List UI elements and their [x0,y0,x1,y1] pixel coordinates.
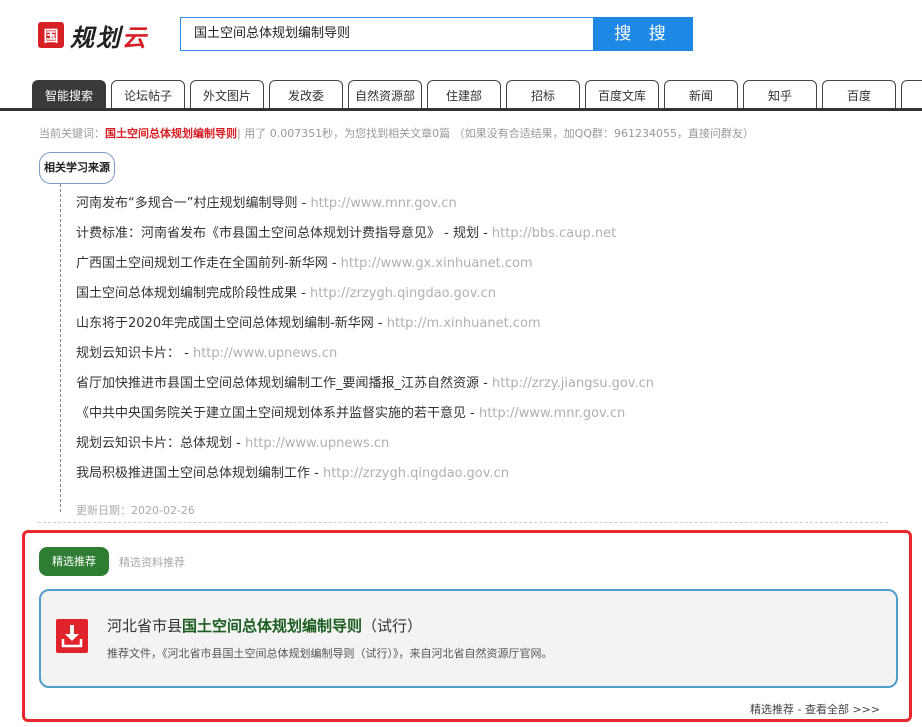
site-logo[interactable]: 国 规划云 [38,18,148,52]
tab-overflow[interactable] [901,80,922,109]
source-title[interactable]: 《中共中央国务院关于建立国土空间规划体系并监督实施的若干意见 - [76,406,479,421]
search-status: 当前关键词：国土空间总体规划编制导则| 用了 0.007351秒，为您找到相关文… [39,125,754,141]
source-item[interactable]: 国土空间总体规划编制完成阶段性成果 - http://zrzygh.qingda… [76,283,654,313]
source-title[interactable]: 河南发布“多规合一”村庄规划编制导则 - [76,196,310,211]
tab-featured[interactable]: 精选推荐 [39,547,109,576]
recommend-title[interactable]: 河北省市县国土空间总体规划编制导则（试行） [107,615,422,636]
related-sources-list: 河南发布“多规合一”村庄规划编制导则 - http://www.mnr.gov.… [76,193,654,493]
logo-text-accent: 云 [122,22,148,52]
source-title[interactable]: 省厅加快推进市县国土空间总体规划编制工作_要闻播报_江苏自然资源 - [76,376,492,391]
status-suffix: | 用了 0.007351秒，为您找到相关文章0篇 （如果没有合适结果，加QQ群… [237,127,754,140]
source-title[interactable]: 规划云知识卡片： - [76,346,193,361]
tab-rule [0,108,922,111]
logo-mark: 国 [38,22,64,48]
source-title[interactable]: 规划云知识卡片：总体规划 - [76,436,245,451]
source-url[interactable]: http://www.upnews.cn [245,436,389,451]
source-item[interactable]: 省厅加快推进市县国土空间总体规划编制工作_要闻播报_江苏自然资源 - http:… [76,373,654,403]
source-url[interactable]: http://m.xinhuanet.com [387,316,541,331]
logo-text: 规划云 [70,18,148,53]
download-icon[interactable] [56,619,88,653]
tab-natural-resources[interactable]: 自然资源部 [348,80,422,109]
tab-baidu-wenku[interactable]: 百度文库 [585,80,659,109]
tab-zhihu[interactable]: 知乎 [743,80,817,109]
source-title[interactable]: 国土空间总体规划编制完成阶段性成果 - [76,286,310,301]
title-highlight[interactable]: 国土空间总体规划编制导则 [182,617,362,635]
related-sources-badge: 相关学习来源 [39,152,115,184]
title-prefix[interactable]: 河北省市县 [107,617,182,635]
source-item[interactable]: 我局积极推进国土空间总体规划编制工作 - http://zrzygh.qingd… [76,463,654,493]
tab-tender[interactable]: 招标 [506,80,580,109]
tab-foreign-images[interactable]: 外文图片 [190,80,264,109]
title-suffix[interactable]: （试行） [362,617,422,635]
status-prefix: 当前关键词： [39,127,105,140]
source-item[interactable]: 计费标准：河南省发布《市县国土空间总体规划计费指导意见》 - 规划 - http… [76,223,654,253]
tab-smart-search[interactable]: 智能搜索 [32,80,106,109]
category-tabs: 智能搜索 论坛帖子 外文图片 发改委 自然资源部 住建部 招标 百度文库 新闻 … [32,80,922,109]
search-button[interactable]: 搜 搜 [593,17,693,51]
source-url[interactable]: http://zrzygh.qingdao.gov.cn [323,466,509,481]
view-all-link[interactable]: 精选推荐 - 查看全部 >>> [750,701,880,717]
source-item[interactable]: 《中共中央国务院关于建立国土空间规划体系并监督实施的若干意见 - http://… [76,403,654,433]
source-item[interactable]: 规划云知识卡片： - http://www.upnews.cn [76,343,654,373]
tab-forum-posts[interactable]: 论坛帖子 [111,80,185,109]
recommend-card[interactable]: 河北省市县国土空间总体规划编制导则（试行） 推荐文件，《河北省市县国土空间总体规… [39,589,898,688]
section-divider [38,522,888,523]
recommend-description: 推荐文件，《河北省市县国土空间总体规划编制导则（试行）》，来自河北省自然资源厅官… [107,647,553,660]
source-title[interactable]: 计费标准：河南省发布《市县国土空间总体规划计费指导意见》 - 规划 - [76,226,492,241]
source-item[interactable]: 广西国土空间规划工作走在全国前列-新华网 - http://www.gx.xin… [76,253,654,283]
source-url[interactable]: http://www.gx.xinhuanet.com [341,256,533,271]
source-url[interactable]: http://zrzygh.qingdao.gov.cn [310,286,496,301]
updated-date: 更新日期：2020-02-26 [76,504,195,517]
tab-housing[interactable]: 住建部 [427,80,501,109]
source-url[interactable]: http://www.upnews.cn [193,346,337,361]
source-url[interactable]: http://www.mnr.gov.cn [310,196,456,211]
tab-ndrc[interactable]: 发改委 [269,80,343,109]
source-title[interactable]: 我局积极推进国土空间总体规划编制工作 - [76,466,323,481]
status-keyword: 国土空间总体规划编制导则 [105,127,237,140]
search-input[interactable]: 国土空间总体规划编制导则 [180,17,594,51]
sources-timeline [60,184,61,512]
source-item[interactable]: 河南发布“多规合一”村庄规划编制导则 - http://www.mnr.gov.… [76,193,654,223]
source-url[interactable]: http://zrzy.jiangsu.gov.cn [492,376,654,391]
tab-baidu[interactable]: 百度 [822,80,896,109]
source-title[interactable]: 山东将于2020年完成国土空间总体规划编制-新华网 - [76,316,387,331]
source-item[interactable]: 山东将于2020年完成国土空间总体规划编制-新华网 - http://m.xin… [76,313,654,343]
source-item[interactable]: 规划云知识卡片：总体规划 - http://www.upnews.cn [76,433,654,463]
tab-news[interactable]: 新闻 [664,80,738,109]
logo-text-main: 规划 [70,22,122,52]
source-title[interactable]: 广西国土空间规划工作走在全国前列-新华网 - [76,256,341,271]
source-url[interactable]: http://bbs.caup.net [492,226,616,241]
source-url[interactable]: http://www.mnr.gov.cn [479,406,625,421]
tab-featured-materials[interactable]: 精选资料推荐 [119,554,185,570]
